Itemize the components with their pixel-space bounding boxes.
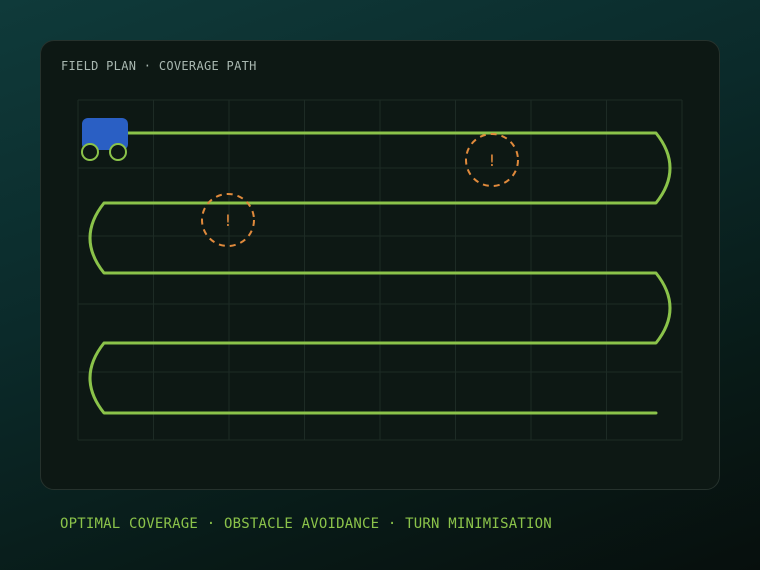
- field-map: ! !: [77, 99, 683, 441]
- field-grid: [77, 99, 683, 441]
- robot-wheel-right: [109, 143, 127, 161]
- robot-icon: [81, 118, 128, 161]
- obstacle-warning-icon: !: [223, 211, 233, 230]
- obstacle-warning-icon: !: [487, 151, 497, 170]
- obstacle-marker: !: [465, 133, 519, 187]
- robot-wheel-left: [81, 143, 99, 161]
- footer-caption: OPTIMAL COVERAGE · OBSTACLE AVOIDANCE · …: [60, 516, 552, 532]
